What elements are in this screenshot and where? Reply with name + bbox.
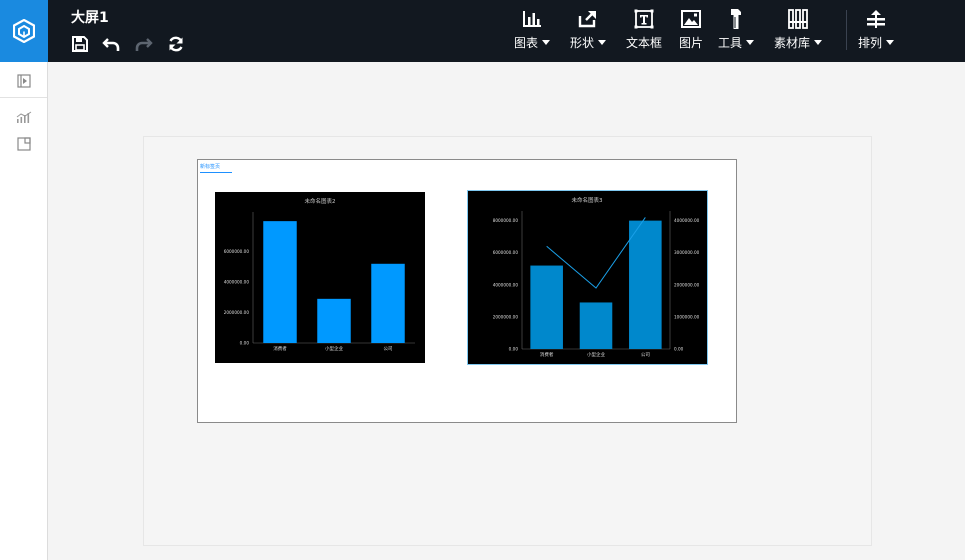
save-icon (72, 36, 88, 52)
bar (317, 298, 351, 343)
chevron-down-icon (746, 40, 755, 45)
toolbar-library-button[interactable]: 素材库 (774, 8, 823, 56)
x-tick-label: 公司 (384, 346, 393, 352)
toolbar-label: 工具 (718, 36, 743, 50)
toolbar-image-button[interactable]: 图片 (679, 8, 703, 56)
chevron-down-icon (598, 40, 607, 45)
toolbar-label: 图表 (514, 36, 539, 50)
shape-icon (578, 11, 596, 28)
textbox-icon (634, 9, 654, 29)
toolbar-label: 素材库 (774, 36, 811, 50)
y-tick-label-right: 4000000.00 (674, 218, 700, 223)
bar (263, 221, 297, 343)
y-tick-label-left: 2000000.00 (493, 314, 519, 319)
chevron-down-icon (814, 40, 823, 45)
y-tick-label-left: 0.00 (509, 347, 519, 352)
chart-3[interactable]: 未命名图表3 0.00 2000000.00 4000000.00 6000000.00… (468, 191, 707, 364)
sidebar-toggle-button[interactable] (0, 70, 47, 92)
y-tick-label-right: 1000000.00 (674, 314, 700, 319)
bar (629, 220, 662, 349)
chart-title: 未命名图表3 (572, 196, 604, 204)
bar (530, 265, 563, 349)
x-tick-label: 消费者 (273, 345, 287, 352)
save-button[interactable] (70, 34, 90, 54)
sidebar-charts-button[interactable] (0, 108, 47, 126)
toolbar-label: 文本框 (626, 36, 663, 50)
chart-title: 未命名图表2 (305, 197, 336, 205)
arrange-icon (867, 10, 885, 28)
toolbar-shape-button[interactable]: 形状 (570, 8, 607, 56)
y-tick-label-right: 3000000.00 (674, 250, 700, 255)
y-tick-label-left: 8000000.00 (493, 218, 519, 223)
app-logo[interactable] (0, 0, 48, 62)
tools-icon (731, 9, 741, 29)
y-tick-label: 4000000.00 (224, 280, 250, 285)
chart-layer-icon (16, 111, 31, 123)
chevron-down-icon (886, 40, 895, 45)
toolbar-label: 图片 (679, 36, 704, 50)
toolbar-textbox-button[interactable]: 文本框 (626, 8, 662, 56)
bar-chart: 未命名图表2 0.00 2000000.00 4000000.00 6000000.00… (224, 197, 415, 352)
tab-label[interactable]: 新标签页 (200, 163, 232, 173)
toolbar-divider (846, 10, 847, 50)
y-tick-label-left: 6000000.00 (493, 250, 519, 255)
toolbar-chart-button[interactable]: 图表 (514, 8, 551, 56)
toolbar-tools-button[interactable]: 工具 (718, 8, 755, 56)
refresh-button[interactable] (166, 34, 186, 54)
image-icon (681, 10, 701, 28)
library-icon (788, 9, 808, 29)
y-tick-label-right: 2000000.00 (674, 282, 700, 287)
sidebar-divider (0, 97, 47, 98)
page-title: 大屏1 (71, 10, 109, 26)
chart-2[interactable]: 未命名图表2 0.00 2000000.00 4000000.00 6000000.00… (215, 192, 425, 363)
toolbar-arrange-button[interactable]: 排列 (858, 8, 895, 56)
toolbar-label: 形状 (570, 36, 595, 50)
y-tick-label: 2000000.00 (224, 310, 250, 315)
page-icon (16, 137, 31, 151)
combo-chart: 未命名图表3 0.00 2000000.00 4000000.00 6000000.00… (493, 196, 700, 358)
redo-button[interactable] (134, 34, 154, 54)
y-tick-label-left: 4000000.00 (493, 282, 519, 287)
left-sidebar (0, 62, 48, 560)
logo-icon (13, 19, 35, 43)
undo-button[interactable] (101, 34, 121, 54)
bar-chart-icon (523, 11, 541, 27)
undo-icon (102, 38, 120, 51)
expand-panel-icon (16, 74, 31, 88)
bar (579, 302, 613, 349)
refresh-icon (169, 36, 183, 52)
x-tick-label: 公司 (641, 352, 650, 358)
bar (371, 263, 405, 343)
top-toolbar: 大屏1 图表 形状 文本框 图片 工具 素材库 排列 (0, 0, 965, 62)
chevron-down-icon (542, 40, 551, 45)
y-tick-label: 6000000.00 (224, 249, 250, 254)
toolbar-label: 排列 (858, 36, 883, 50)
sidebar-pages-button[interactable] (0, 135, 47, 153)
y-tick-label: 0.00 (240, 341, 250, 346)
x-tick-label: 小型企业 (325, 345, 343, 352)
x-tick-label: 小型企业 (587, 351, 605, 358)
redo-icon (135, 38, 153, 51)
y-tick-label-right: 0.00 (674, 347, 684, 352)
x-tick-label: 消费者 (540, 351, 554, 358)
